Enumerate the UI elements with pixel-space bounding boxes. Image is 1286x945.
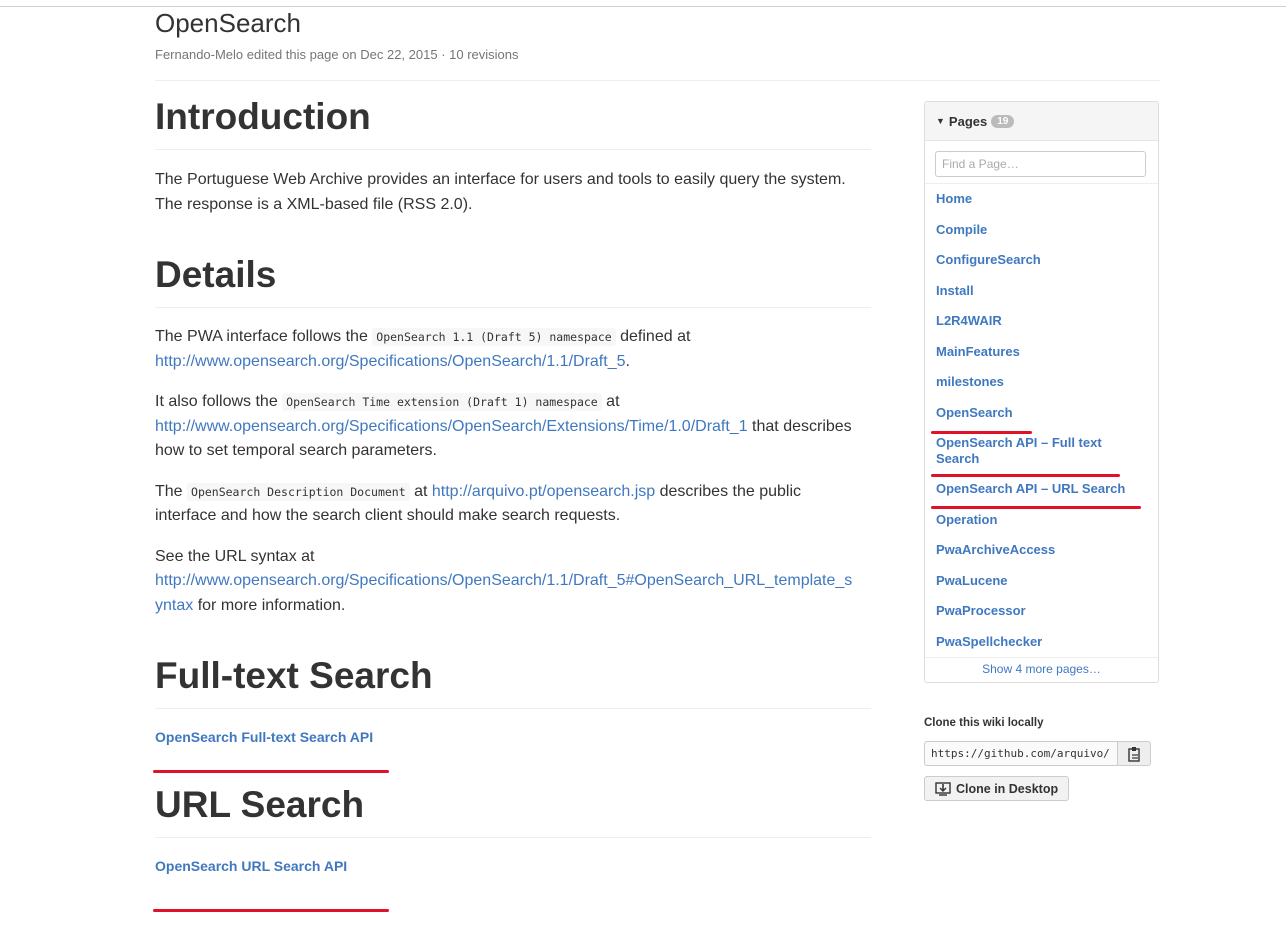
text: It also follows the — [155, 393, 283, 410]
heading-introduction: Introduction — [155, 95, 871, 150]
page-list-item: PwaProcessor — [925, 596, 1158, 627]
pages-box: ▼ Pages 19 Home Compile ConfigureSearch … — [924, 101, 1159, 683]
find-page-input[interactable] — [935, 151, 1146, 177]
page-link-pwalucene[interactable]: PwaLucene — [936, 566, 1147, 597]
clone-url-input[interactable] — [924, 741, 1117, 766]
page-list-item: OpenSearch API – Full text Search — [925, 428, 1158, 474]
text: The — [155, 482, 188, 500]
copy-url-button[interactable] — [1117, 741, 1151, 766]
details-paragraph-4: See the URL syntax at http://www.opensea… — [155, 545, 871, 619]
page-list: Home Compile ConfigureSearch Install L2R… — [925, 184, 1158, 657]
show-more-pages-link[interactable]: Show 4 more pages… — [925, 657, 1158, 682]
link-text: yntax — [155, 596, 194, 614]
page-link-milestones[interactable]: milestones — [936, 367, 1147, 398]
url-search-paragraph: OpenSearch URL Search API — [155, 854, 871, 880]
details-paragraph-1: The PWA interface follows the OpenSearch… — [155, 325, 871, 374]
heading-full-text-search: Full-text Search — [155, 654, 871, 709]
page-link-pwaarchiveaccess[interactable]: PwaArchiveAccess — [936, 535, 1147, 566]
text: for more information. — [193, 596, 346, 614]
page-list-item: PwaSpellchecker — [925, 627, 1158, 658]
clone-in-desktop-button[interactable]: Clone in Desktop — [924, 776, 1070, 801]
pages-label: Pages — [948, 113, 988, 129]
pages-count-badge: 19 — [991, 114, 1015, 128]
page-link-opensearch[interactable]: OpenSearch — [936, 398, 1147, 429]
text: . — [625, 352, 630, 370]
clone-title: Clone this wiki locally — [924, 717, 1044, 729]
top-divider — [0, 6, 1286, 7]
time-extension-link[interactable]: http://www.opensearch.org/Specifications… — [155, 418, 748, 435]
inline-code: OpenSearch Time extension (Draft 1) name… — [282, 393, 602, 411]
intro-line-1: The Portuguese Web Archive provides an i… — [155, 171, 846, 188]
page-link-operation[interactable]: Operation — [936, 505, 1147, 536]
text: describes the public — [655, 482, 801, 500]
page-link-install[interactable]: Install — [936, 276, 1147, 307]
text: See the URL syntax at — [155, 547, 315, 565]
page-list-item: PwaArchiveAccess — [925, 535, 1158, 566]
intro-paragraph: The Portuguese Web Archive provides an i… — [155, 168, 871, 217]
header-divider — [155, 80, 1160, 81]
text: The PWA interface follows the — [155, 328, 373, 345]
text: how to set temporal search parameters. — [155, 442, 437, 459]
wiki-header: OpenSearch Fernando-Melo edited this pag… — [155, 8, 1160, 62]
page-link-configuresearch[interactable]: ConfigureSearch — [936, 245, 1147, 276]
fulltext-paragraph: OpenSearch Full-text Search API — [155, 725, 871, 751]
page-title: OpenSearch — [155, 8, 301, 38]
page-link-home[interactable]: Home — [936, 184, 1147, 215]
page-list-item: OpenSearch — [925, 398, 1158, 429]
text: that describes — [747, 417, 852, 435]
page-list-item: L2R4WAIR — [925, 306, 1158, 337]
page-link-pwaprocessor[interactable]: PwaProcessor — [936, 596, 1147, 627]
heading-url-search: URL Search — [155, 783, 871, 838]
text: interface and how the search client shou… — [155, 507, 621, 524]
link-text: http://www.opensearch.org/Specifications… — [155, 572, 853, 589]
wiki-content: Introduction The Portuguese Web Archive … — [155, 95, 871, 879]
pages-toggle[interactable]: ▼ Pages 19 — [925, 102, 1158, 141]
wiki-sidebar: ▼ Pages 19 Home Compile ConfigureSearch … — [924, 101, 1159, 801]
page-list-item: PwaLucene — [925, 566, 1158, 597]
text: defined at — [615, 328, 691, 345]
find-page-wrap — [925, 141, 1158, 184]
page-list-item: Operation — [925, 505, 1158, 536]
page-list-item: ConfigureSearch — [925, 245, 1158, 276]
page-list-item: OpenSearch API – URL Search — [925, 474, 1158, 505]
fulltext-api-link[interactable]: OpenSearch Full-text Search API — [155, 729, 373, 745]
clone-url-row — [924, 741, 1159, 766]
page-list-item: Home — [925, 184, 1158, 215]
page-list-item: Compile — [925, 215, 1158, 246]
text: at — [409, 482, 432, 500]
opensearch-jsp-link[interactable]: http://arquivo.pt/opensearch.jsp — [432, 483, 655, 500]
inline-code: OpenSearch Description Document — [187, 482, 410, 501]
inline-code: OpenSearch 1.1 (Draft 5) namespace — [372, 328, 616, 346]
page-meta: Fernando-Melo edited this page on Dec 22… — [155, 47, 519, 62]
clone-in-desktop-label: Clone in Desktop — [956, 781, 1059, 796]
intro-line-2: The response is a XML-based file (RSS 2.… — [155, 195, 473, 213]
heading-details: Details — [155, 253, 871, 308]
clipboard-icon — [1128, 746, 1140, 762]
page-link-mainfeatures[interactable]: MainFeatures — [936, 337, 1147, 368]
page-link-pwaspellchecker[interactable]: PwaSpellchecker — [936, 627, 1147, 658]
url-api-link[interactable]: OpenSearch URL Search API — [155, 858, 347, 874]
page-link-compile[interactable]: Compile — [936, 215, 1147, 246]
page-link-l2r4wair[interactable]: L2R4WAIR — [936, 306, 1147, 337]
page-list-item: MainFeatures — [925, 337, 1158, 368]
annotation-underline — [153, 770, 389, 773]
page-link-opensearch-api-url[interactable]: OpenSearch API – URL Search — [936, 474, 1147, 505]
annotation-underline — [153, 909, 389, 912]
text: at — [601, 393, 620, 410]
page-list-item: Install — [925, 276, 1158, 307]
page-link-opensearch-api-full-text[interactable]: OpenSearch API – Full text Search — [936, 428, 1116, 474]
desktop-download-icon — [935, 781, 951, 796]
details-paragraph-3: The OpenSearch Description Document at h… — [155, 480, 871, 529]
caret-down-icon: ▼ — [936, 116, 945, 126]
draft5-link[interactable]: http://www.opensearch.org/Specifications… — [155, 353, 625, 370]
details-paragraph-2: It also follows the OpenSearch Time exte… — [155, 390, 871, 464]
page-list-item: milestones — [925, 367, 1158, 398]
